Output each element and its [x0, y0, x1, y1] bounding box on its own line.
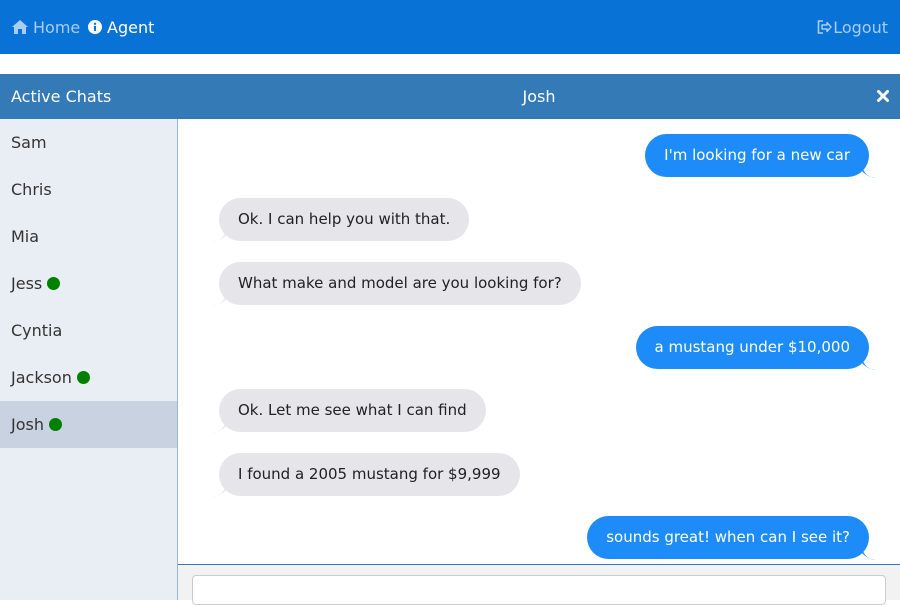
bubble-tail-icon: [212, 484, 226, 497]
top-navbar: Home Agent Logout: [0, 0, 900, 54]
contact-name: Jackson: [11, 368, 72, 387]
contact-name: Josh: [11, 415, 44, 434]
active-chats-sidebar: Sam Chris Mia Jess Cyntia Jackson Josh: [0, 119, 178, 600]
contact-name: Mia: [11, 227, 40, 246]
nav-logout-label: Logout: [833, 17, 888, 37]
logout-icon: [817, 20, 832, 34]
message-bubble-outgoing: I'm looking for a new car: [645, 134, 869, 177]
bubble-tail-icon: [862, 165, 876, 178]
message-bubble-outgoing: a mustang under $10,000: [635, 326, 869, 369]
nav-agent-link[interactable]: Agent: [88, 0, 154, 54]
bubble-tail-icon: [862, 357, 876, 370]
contact-item-josh[interactable]: Josh: [0, 401, 177, 448]
bubble-tail-icon: [212, 293, 226, 306]
bubble-tail-icon: [212, 229, 226, 242]
message-thread[interactable]: I'm looking for a new car Ok. I can help…: [178, 119, 900, 565]
message-bubble-incoming: I found a 2005 mustang for $9,999: [219, 453, 520, 496]
message-bubble-incoming: What make and model are you looking for?: [219, 262, 581, 305]
online-status-icon: [47, 277, 61, 290]
message-bubble-incoming: Ok. I can help you with that.: [219, 198, 470, 241]
nav-home-label: Home: [33, 17, 81, 37]
online-status-icon: [48, 418, 62, 431]
contact-item-chris[interactable]: Chris: [0, 166, 177, 213]
contact-name: Chris: [11, 180, 52, 199]
message-bubble-outgoing: sounds great! when can I see it?: [587, 516, 869, 559]
nav-home-link[interactable]: Home: [12, 0, 80, 54]
contact-name: Cyntia: [11, 321, 63, 340]
contact-item-jess[interactable]: Jess: [0, 260, 177, 307]
contact-name: Sam: [11, 133, 47, 152]
home-icon: [12, 20, 28, 34]
contact-item-cyntia[interactable]: Cyntia: [0, 307, 177, 354]
composer-area: [178, 565, 900, 605]
chat-header: Active Chats Josh: [0, 74, 900, 119]
conversation-title: Josh: [522, 87, 556, 106]
close-icon: [877, 87, 889, 106]
contact-item-jackson[interactable]: Jackson: [0, 354, 177, 401]
bubble-tail-icon: [212, 420, 226, 433]
contact-item-sam[interactable]: Sam: [0, 119, 177, 166]
active-chats-title: Active Chats: [11, 87, 112, 106]
nav-agent-label: Agent: [107, 17, 155, 37]
bubble-tail-icon: [862, 547, 876, 560]
message-input[interactable]: [192, 575, 886, 605]
message-bubble-incoming: Ok. Let me see what I can find: [219, 389, 486, 432]
info-icon: [88, 20, 102, 34]
close-chat-button[interactable]: [876, 87, 890, 105]
contact-item-mia[interactable]: Mia: [0, 213, 177, 260]
nav-logout-link[interactable]: Logout: [817, 0, 888, 54]
contact-name: Jess: [11, 274, 43, 293]
online-status-icon: [76, 371, 90, 384]
